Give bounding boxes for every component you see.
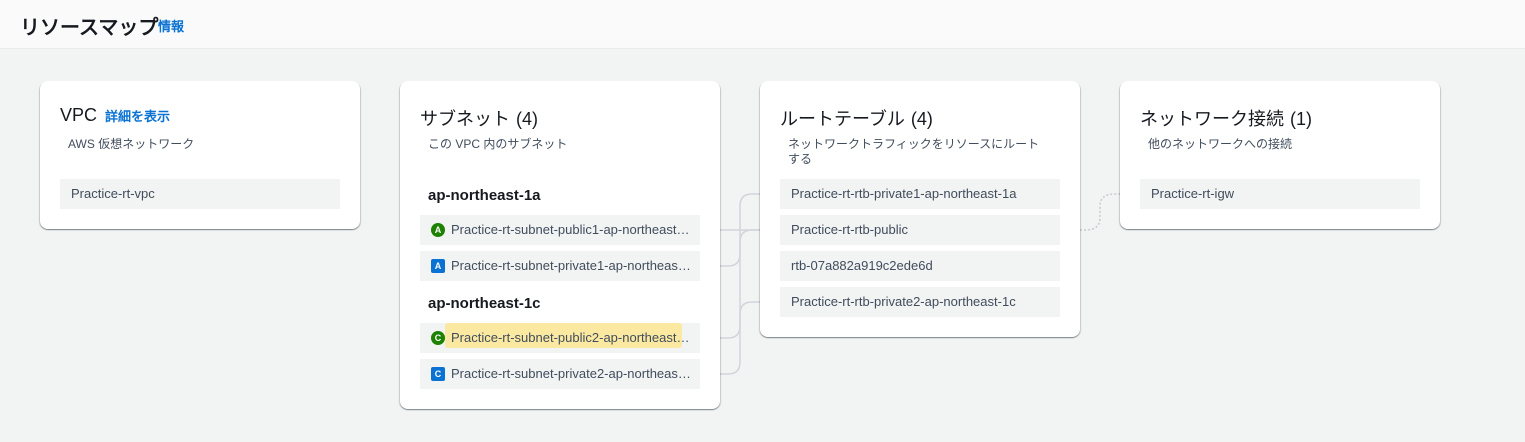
- route-table-item-label: Practice-rt-rtb-private2-ap-northeast-1c: [791, 294, 1016, 309]
- info-link[interactable]: 情報: [158, 16, 184, 35]
- route-table-item[interactable]: Practice-rt-rtb-public: [780, 215, 1060, 245]
- public-subnet-badge-icon: C: [431, 331, 445, 345]
- subnet-item[interactable]: C Practice-rt-subnet-private2-ap-northea…: [420, 359, 700, 389]
- az-heading-1a: ap-northeast-1a: [428, 187, 541, 204]
- vpc-item-label: Practice-rt-vpc: [71, 186, 155, 201]
- network-connection-item[interactable]: Practice-rt-igw: [1140, 179, 1420, 209]
- subnets-card: サブネット (4) この VPC 内のサブネット ap-northeast-1a …: [400, 81, 720, 409]
- subnet-item-label: Practice-rt-subnet-public2-ap-northeast-…: [451, 330, 692, 345]
- route-table-item[interactable]: Practice-rt-rtb-private2-ap-northeast-1c: [780, 287, 1060, 317]
- route-tables-description: ネットワークトラフィックをリソースにルートする: [788, 137, 1040, 166]
- public-subnet-badge-icon: A: [431, 223, 445, 237]
- vpc-title: VPC: [60, 105, 98, 125]
- network-connection-item-label: Practice-rt-igw: [1151, 186, 1235, 201]
- network-connections-description: 他のネットワークへの接続: [1148, 137, 1293, 151]
- network-connections-card: ネットワーク接続 (1) 他のネットワークへの接続 Practice-rt-igw: [1120, 81, 1440, 229]
- subnet-item-label: Practice-rt-subnet-public1-ap-northeast-…: [451, 222, 692, 237]
- subnet-item-label: Practice-rt-subnet-private1-ap-northeast…: [451, 258, 692, 273]
- route-tables-title: ルートテーブル: [780, 109, 905, 129]
- vpc-item[interactable]: Practice-rt-vpc: [60, 179, 340, 209]
- subnet-item-label: Practice-rt-subnet-private2-ap-northeast…: [451, 366, 692, 381]
- network-connections-card-title: ネットワーク接続 (1): [1140, 105, 1312, 131]
- subnets-title: サブネット: [420, 109, 510, 129]
- vpc-card-title: VPC 詳細を表示: [60, 105, 170, 126]
- route-tables-card: ルートテーブル (4) ネットワークトラフィックをリソースにルートする Pract…: [760, 81, 1080, 337]
- route-table-item-label: Practice-rt-rtb-public: [791, 222, 909, 237]
- network-connections-title: ネットワーク接続: [1140, 109, 1284, 129]
- route-table-item[interactable]: Practice-rt-rtb-private1-ap-northeast-1a: [780, 179, 1060, 209]
- route-tables-card-title: ルートテーブル (4): [780, 105, 933, 131]
- subnet-item[interactable]: A Practice-rt-subnet-public1-ap-northeas…: [420, 215, 700, 245]
- vpc-card: VPC 詳細を表示 AWS 仮想ネットワーク Practice-rt-vpc: [40, 81, 360, 229]
- page-header: リソースマップ 情報: [0, 0, 1525, 49]
- route-table-item[interactable]: rtb-07a882a919c2ede6d: [780, 251, 1060, 281]
- page-title: リソースマップ: [20, 17, 159, 39]
- subnet-item[interactable]: Practice-rt-subnet-public2-ap-northeast-…: [420, 323, 700, 353]
- route-table-item-label: Practice-rt-rtb-private1-ap-northeast-1a: [791, 186, 1017, 201]
- subnet-item[interactable]: A Practice-rt-subnet-private1-ap-northea…: [420, 251, 700, 281]
- subnets-card-title: サブネット (4): [420, 105, 538, 131]
- view-details-link[interactable]: 詳細を表示: [105, 109, 170, 124]
- network-connections-count: (1): [1290, 109, 1312, 129]
- subnets-count: (4): [516, 109, 538, 129]
- vpc-description: AWS 仮想ネットワーク: [68, 137, 195, 151]
- route-table-item-label: rtb-07a882a919c2ede6d: [791, 258, 933, 273]
- az-heading-1c: ap-northeast-1c: [428, 295, 541, 312]
- route-tables-count: (4): [910, 109, 933, 129]
- private-subnet-badge-icon: C: [431, 367, 445, 381]
- subnets-description: この VPC 内のサブネット: [428, 137, 568, 151]
- private-subnet-badge-icon: A: [431, 259, 445, 273]
